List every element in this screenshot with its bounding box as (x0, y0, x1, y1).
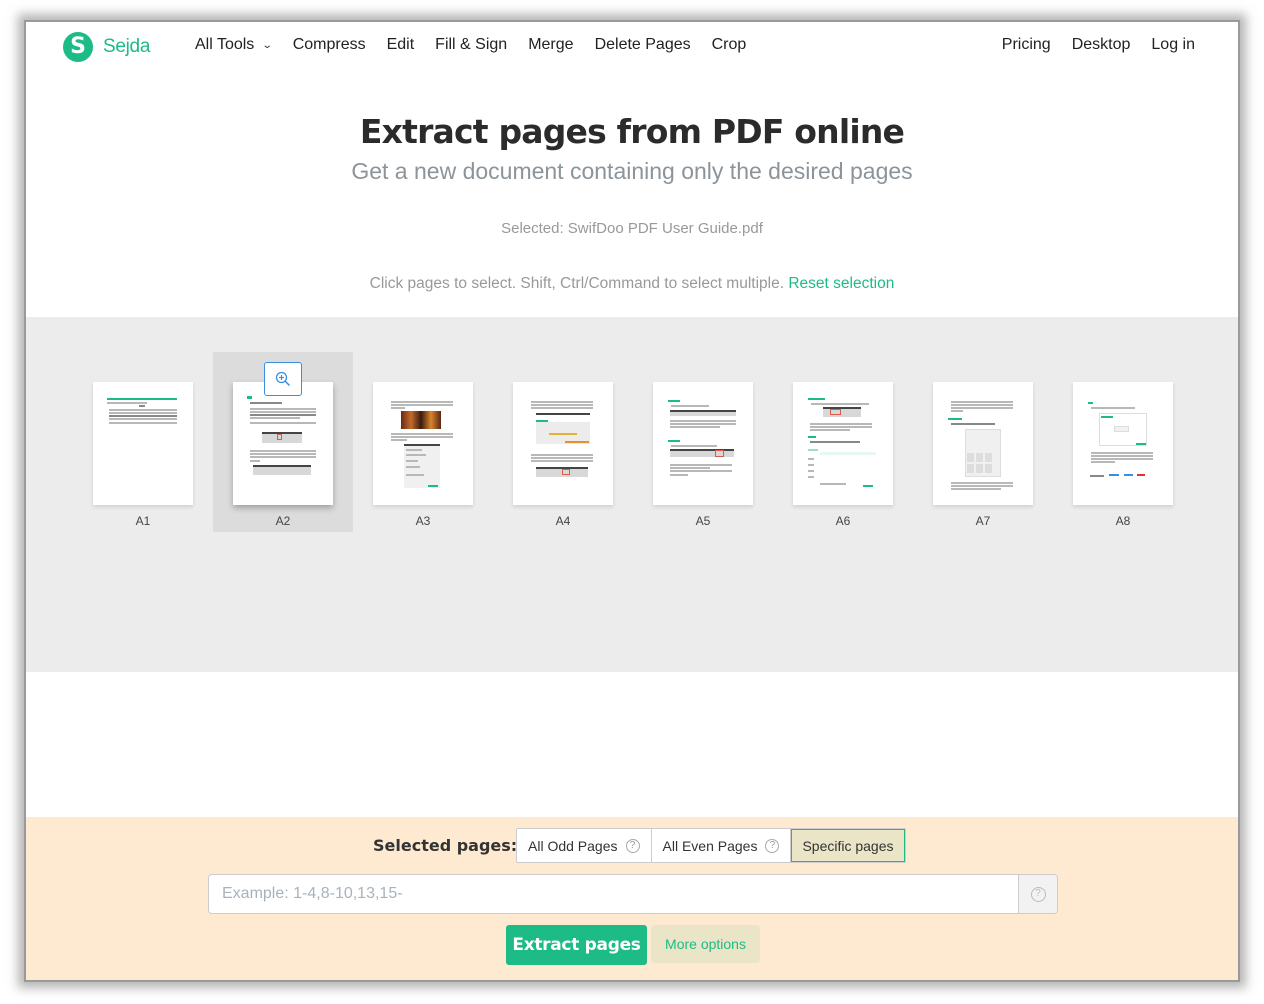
page-thumbnails-grid: A1 A2 A3 A4 A5 A6 A7 A8 (26, 317, 1238, 672)
nav-all-tools[interactable]: All Tools ⌄ (195, 36, 273, 54)
page-selection-mode: All Odd Pages ? All Even Pages ? Specifi… (516, 828, 906, 863)
page-label: A2 (275, 514, 291, 528)
page-tile-a7[interactable]: A7 (913, 352, 1053, 532)
page-label: A7 (975, 514, 991, 528)
mode-label: All Odd Pages (528, 837, 618, 854)
specific-pages-button[interactable]: Specific pages (791, 829, 905, 862)
nav-secondary: Pricing Desktop Log in (981, 36, 1195, 54)
page-label: A1 (135, 514, 151, 528)
page-thumbnail (373, 382, 473, 505)
nav-merge[interactable]: Merge (528, 36, 573, 54)
zoom-page-button[interactable] (264, 362, 302, 396)
nav-log-in[interactable]: Log in (1151, 36, 1195, 54)
help-icon[interactable]: ? (765, 838, 780, 853)
help-icon[interactable]: ? (625, 838, 640, 853)
page-thumbnail (1073, 382, 1173, 505)
nav-fill-sign[interactable]: Fill & Sign (435, 36, 507, 54)
selection-instructions: Click pages to select. Shift, Ctrl/Comma… (26, 275, 1238, 293)
selected-file-name: Selected: SwifDoo PDF User Guide.pdf (501, 220, 763, 237)
extract-pages-button[interactable]: Extract pages (506, 925, 647, 965)
page-title: Extract pages from PDF online (359, 112, 905, 151)
browser-window: S Sejda All Tools ⌄ Compress Edit Fill &… (26, 22, 1238, 980)
page-label: A4 (555, 514, 571, 528)
nav-label: All Tools (195, 36, 255, 53)
reset-selection-link[interactable]: Reset selection (788, 275, 894, 292)
instructions-text: Click pages to select. Shift, Ctrl/Comma… (369, 275, 785, 292)
nav-primary: All Tools ⌄ Compress Edit Fill & Sign Me… (195, 36, 767, 54)
page-thumbnail (93, 382, 193, 505)
page-tile-a1[interactable]: A1 (73, 352, 213, 532)
page-thumbnail (653, 382, 753, 505)
page-tile-a3[interactable]: A3 (353, 352, 493, 532)
nav-delete-pages[interactable]: Delete Pages (595, 36, 691, 54)
all-even-pages-button[interactable]: All Even Pages ? (652, 829, 792, 862)
nav-compress[interactable]: Compress (293, 36, 366, 54)
page-tile-a4[interactable]: A4 (493, 352, 633, 532)
all-odd-pages-button[interactable]: All Odd Pages ? (517, 829, 652, 862)
mode-label: Specific pages (802, 837, 894, 854)
sejda-logo-icon: S (63, 32, 93, 62)
more-options-button[interactable]: More options (651, 925, 760, 963)
page-subtitle: Get a new document containing only the d… (351, 158, 913, 184)
page-thumbnail (233, 382, 333, 505)
page-range-field: ? (208, 874, 1058, 914)
page-tile-a5[interactable]: A5 (633, 352, 773, 532)
help-icon: ? (1030, 886, 1046, 902)
page-label: A5 (695, 514, 711, 528)
page-tile-a8[interactable]: A8 (1053, 352, 1193, 532)
page-range-input[interactable] (209, 875, 1018, 913)
page-label: A8 (1115, 514, 1131, 528)
page-label: A3 (415, 514, 431, 528)
nav-pricing[interactable]: Pricing (1002, 36, 1051, 54)
nav-desktop[interactable]: Desktop (1072, 36, 1131, 54)
page-thumbnail (933, 382, 1033, 505)
nav-edit[interactable]: Edit (387, 36, 415, 54)
page-thumbnail (513, 382, 613, 505)
page-tile-a6[interactable]: A6 (773, 352, 913, 532)
chevron-down-icon: ⌄ (262, 39, 273, 51)
brand-name: Sejda (103, 36, 151, 57)
mode-label: All Even Pages (662, 837, 758, 854)
page-thumbnail (793, 382, 893, 505)
page-tile-a2[interactable]: A2 (213, 352, 353, 532)
page-range-help-button[interactable]: ? (1018, 875, 1057, 913)
selected-pages-label: Selected pages: (373, 836, 518, 855)
top-nav: S Sejda All Tools ⌄ Compress Edit Fill &… (26, 22, 1238, 72)
nav-crop[interactable]: Crop (712, 36, 747, 54)
page-label: A6 (835, 514, 851, 528)
extract-options-bar: Selected pages: All Odd Pages ? All Even… (26, 817, 1238, 980)
sejda-logo[interactable]: S Sejda (63, 32, 150, 62)
zoom-in-icon (275, 371, 291, 387)
